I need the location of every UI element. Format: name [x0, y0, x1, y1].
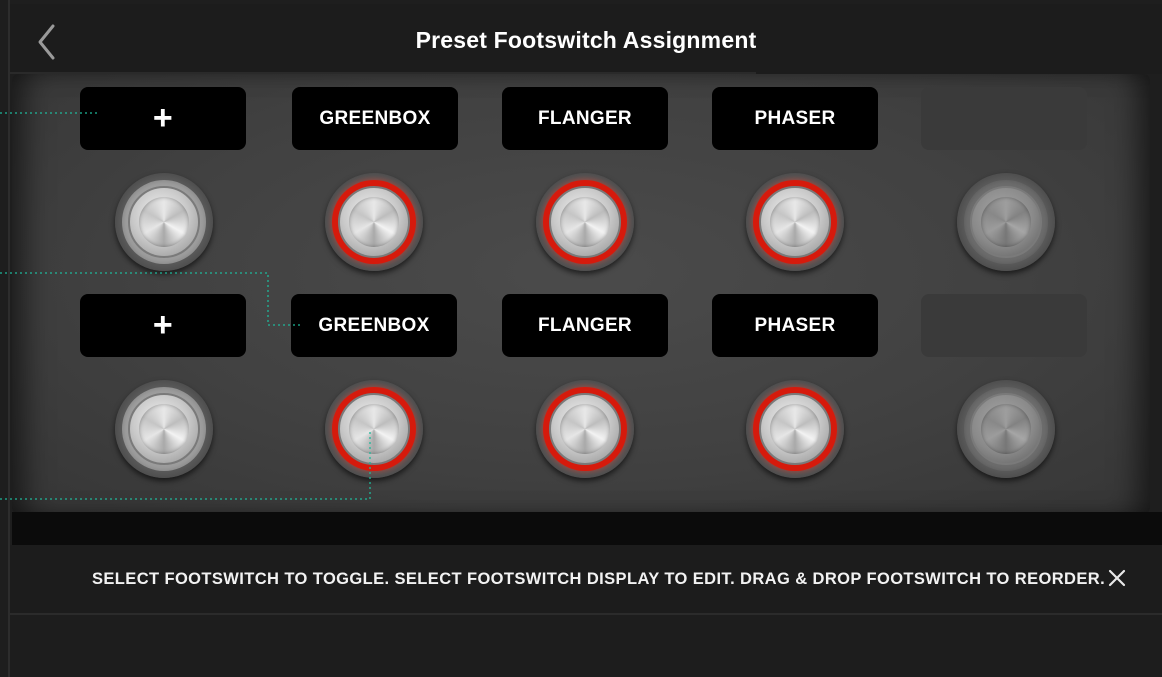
- footswitch-2-5[interactable]: [957, 380, 1055, 478]
- footswitch-display-1-5[interactable]: [921, 87, 1087, 150]
- footswitch-1-1[interactable]: [115, 173, 213, 271]
- footswitch-1-5[interactable]: [957, 173, 1055, 271]
- close-icon: [1108, 569, 1126, 587]
- footswitch-2-3[interactable]: [536, 380, 634, 478]
- footswitch-display-1-4[interactable]: PHASER: [712, 87, 878, 150]
- footswitch-display-2-4[interactable]: PHASER: [712, 294, 878, 357]
- footswitch-display-1-1[interactable]: +: [80, 87, 246, 150]
- footswitch-display-2-3[interactable]: FLANGER: [502, 294, 668, 357]
- footswitch-1-4[interactable]: [746, 173, 844, 271]
- footswitch-2-1[interactable]: [115, 380, 213, 478]
- close-info-button[interactable]: [1106, 567, 1128, 589]
- footswitch-display-2-1[interactable]: +: [80, 294, 246, 357]
- footswitch-display-2-2[interactable]: GREENBOX: [291, 294, 457, 357]
- footswitch-display-1-2[interactable]: GREENBOX: [292, 87, 458, 150]
- footswitch-1-3[interactable]: [536, 173, 634, 271]
- info-message: SELECT FOOTSWITCH TO TOGGLE. SELECT FOOT…: [92, 570, 1106, 588]
- footswitch-display-1-3[interactable]: FLANGER: [502, 87, 668, 150]
- footswitch-1-2[interactable]: [325, 173, 423, 271]
- footswitch-2-2[interactable]: [325, 380, 423, 478]
- header-bar: Preset Footswitch Assignment: [10, 4, 1162, 74]
- footswitch-2-4[interactable]: [746, 380, 844, 478]
- page-title: Preset Footswitch Assignment: [415, 27, 757, 53]
- info-bar: SELECT FOOTSWITCH TO TOGGLE. SELECT FOOT…: [10, 545, 1162, 615]
- footswitch-display-2-5[interactable]: [921, 294, 1087, 357]
- bottom-area: [10, 615, 1162, 677]
- panel-base: [12, 512, 1162, 546]
